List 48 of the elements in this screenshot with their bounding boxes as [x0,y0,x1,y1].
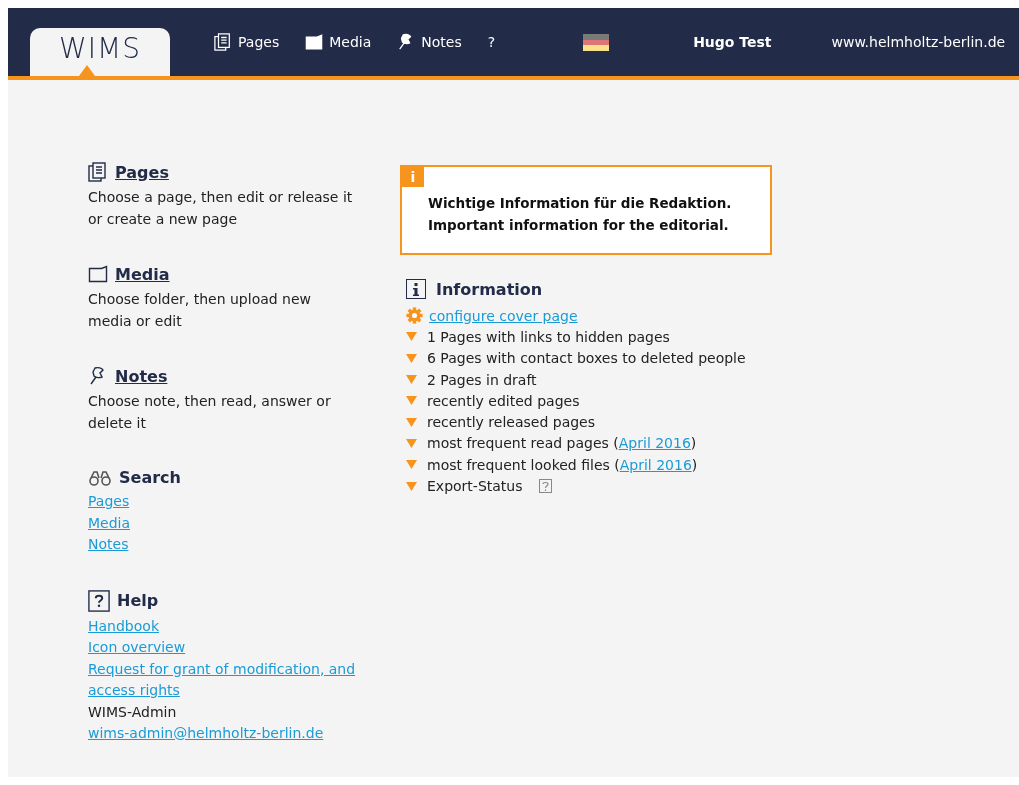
info-entry[interactable]: most frequent read pages (April 2016) [427,435,697,452]
info-entry[interactable]: 2 Pages in draft [427,371,537,388]
folder-icon [88,264,108,284]
pages-icon [214,33,232,51]
site-url[interactable]: www.helmholtz-berlin.de [831,34,1006,50]
logo-tab[interactable]: WIMS [30,28,170,76]
notice-text: Wichtige Information für die Redaktion. [428,194,733,213]
triangle-icon [406,460,417,470]
section-link[interactable]: Notes [115,366,168,386]
triangle-icon [406,481,417,491]
info-entry[interactable]: most frequent looked files (April 2016) [427,456,698,473]
triangle-icon [406,417,417,427]
section-link[interactable]: Media [115,264,170,284]
help-icon [88,589,110,612]
information-title: Information [436,279,543,299]
user-name[interactable]: Hugo Test [693,34,772,50]
section-link[interactable]: Pages [115,162,169,182]
nav-link[interactable]: Notes [397,33,462,51]
triangle-icon [79,65,95,76]
section-heading: Search [119,468,181,487]
section-description: Choose a page, then edit or release it or create a new page [88,188,354,229]
flag-icon[interactable] [583,33,610,51]
info-entry[interactable]: 6 Pages with contact boxes to deleted people [427,350,746,367]
info-entry[interactable]: recently released pages [427,414,595,431]
info-entry[interactable]: 1 Pages with links to hidden pages [427,328,670,345]
info-icon [406,279,426,299]
section-heading: Help [117,591,159,610]
info-entry[interactable]: Export-Status [427,478,523,494]
contact-name: WIMS-Admin [88,702,178,722]
triangle-icon [406,332,417,342]
logo-text: WIMS [59,34,141,64]
triangle-icon [406,438,417,448]
binoculars-icon [88,469,112,486]
triangle-icon [406,353,417,363]
nav-link[interactable]: Pages [214,33,280,51]
info-entry[interactable]: recently edited pages [427,392,580,409]
notice-text: Important information for the editorial. [428,216,730,235]
section-description: Choose folder, then upload new media or edit [88,290,313,331]
gear-icon [406,307,423,325]
folder-icon [305,33,324,51]
triangle-icon [406,375,417,385]
help-icon[interactable] [538,479,552,493]
section-description: Choose note, then read, answer or delete it [88,392,332,433]
triangle-icon [406,396,417,406]
pages-icon [88,162,108,182]
info-badge: i [402,167,424,187]
nav-link[interactable]: Media [305,33,372,51]
nav-link[interactable]: ? [487,34,496,50]
